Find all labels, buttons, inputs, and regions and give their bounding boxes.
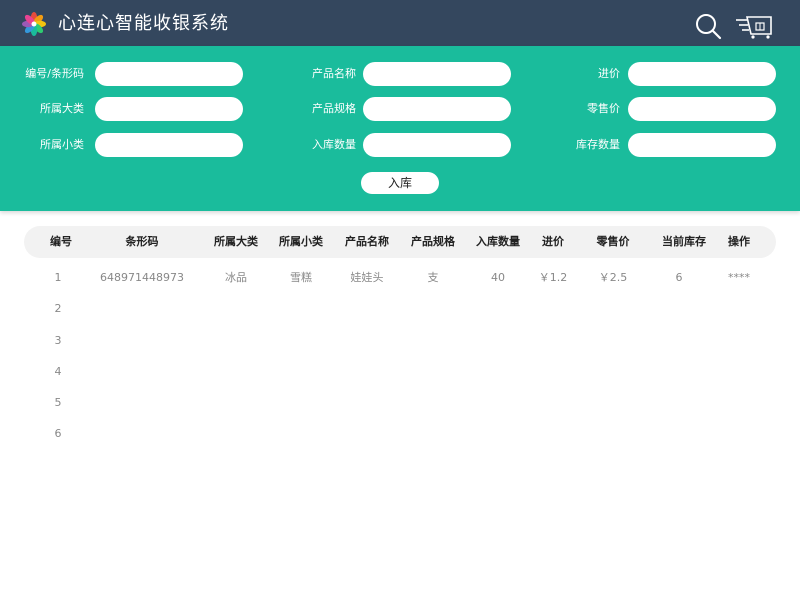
table-row[interactable]: 1 648971448973 冰品 雪糕 娃娃头 支 40 ￥1.2 ￥2.5 6 **** — [0, 268, 800, 288]
category-label: 所属大类 — [40, 102, 84, 115]
table-cell: 6 — [675, 271, 683, 284]
inventory-qty-label: 库存数量 — [576, 138, 620, 151]
stock-in-button[interactable]: 入库 — [361, 172, 439, 194]
app-title: 心连心智能收银系统 — [58, 13, 229, 34]
table-header: 编号 条形码 所属大类 所属小类 产品名称 产品规格 入库数量 进价 零售价 当… — [24, 226, 776, 258]
spec-label: 产品规格 — [312, 102, 356, 115]
top-bar: 心连心智能收银系统 — [0, 0, 800, 46]
cost-price-label: 进价 — [598, 67, 620, 80]
table-cell: 1 — [54, 271, 62, 284]
table-cell: 40 — [491, 271, 505, 284]
table-cell: 3 — [54, 334, 62, 347]
table-cell: 5 — [54, 396, 62, 409]
stock-in-qty-input[interactable] — [363, 133, 511, 157]
row-action[interactable]: **** — [728, 268, 750, 288]
inventory-qty-input[interactable] — [628, 133, 776, 157]
cost-price-input[interactable] — [628, 62, 776, 86]
table-row[interactable]: 4 — [0, 362, 800, 382]
column-header[interactable]: 编号 — [50, 226, 72, 258]
barcode-label: 编号/条形码 — [25, 67, 84, 80]
table-cell: 冰品 — [225, 271, 247, 284]
stock-in-qty-label: 入库数量 — [312, 138, 356, 151]
column-header[interactable]: 当前库存 — [662, 226, 706, 258]
column-header[interactable]: 条形码 — [126, 226, 159, 258]
table-cell: 648971448973 — [100, 271, 184, 284]
search-icon[interactable] — [694, 12, 722, 40]
column-header[interactable]: 入库数量 — [476, 226, 520, 258]
column-header[interactable]: 零售价 — [597, 226, 630, 258]
subcategory-label: 所属小类 — [40, 138, 84, 151]
retail-price-label: 零售价 — [587, 102, 620, 115]
table-cell: ￥1.2 — [538, 271, 568, 284]
product-name-input[interactable] — [363, 62, 511, 86]
table-cell: 娃娃头 — [350, 271, 384, 284]
column-header[interactable]: 产品规格 — [411, 226, 455, 258]
product-name-label: 产品名称 — [312, 67, 356, 80]
spec-input[interactable] — [363, 97, 511, 121]
table-cell: 雪糕 — [290, 271, 312, 284]
pinwheel-logo-icon — [22, 12, 46, 36]
table-cell: 6 — [54, 427, 62, 440]
column-header[interactable]: 所属大类 — [214, 226, 258, 258]
table-row[interactable]: 3 — [0, 331, 800, 351]
table-row[interactable]: 2 — [0, 299, 800, 319]
table-cell: ￥2.5 — [598, 271, 628, 284]
table-row[interactable]: 6 — [0, 424, 800, 444]
subcategory-input[interactable] — [95, 133, 243, 157]
cart-icon[interactable] — [735, 14, 775, 40]
column-header[interactable]: 操作 — [728, 226, 750, 258]
column-header[interactable]: 产品名称 — [345, 226, 389, 258]
retail-price-input[interactable] — [628, 97, 776, 121]
barcode-input[interactable] — [95, 62, 243, 86]
stock-in-form: 编号/条形码 产品名称 进价 所属大类 产品规格 零售价 所属小类 入库数量 库… — [0, 46, 800, 211]
table-row[interactable]: 5 — [0, 393, 800, 413]
table-cell: 支 — [427, 271, 439, 284]
column-header[interactable]: 进价 — [542, 226, 564, 258]
table-cell: 4 — [54, 365, 62, 378]
category-input[interactable] — [95, 97, 243, 121]
table-cell: 2 — [54, 302, 62, 315]
column-header[interactable]: 所属小类 — [279, 226, 323, 258]
